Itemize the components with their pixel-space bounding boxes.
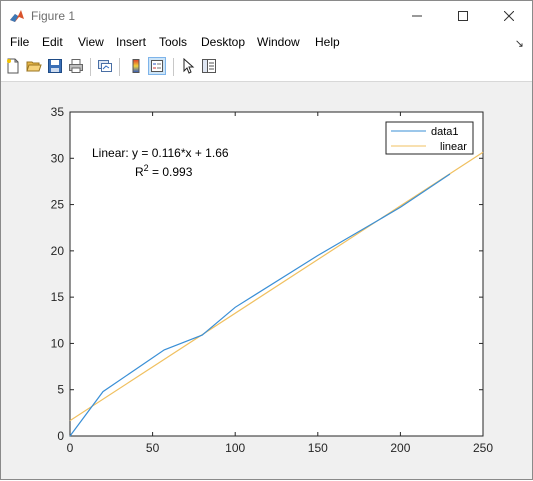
legend-label-linear: linear	[440, 141, 467, 153]
legend-icon	[151, 60, 163, 72]
dock-arrow-icon[interactable]: ↘	[515, 37, 524, 50]
x-tick-label: 250	[473, 441, 493, 455]
link-icon	[98, 60, 112, 72]
colorbar-icon	[132, 59, 140, 73]
print-icon	[69, 59, 83, 73]
r-squared-label: R	[135, 165, 144, 179]
matlab-logo-icon	[10, 10, 24, 22]
x-tick-label: 50	[146, 441, 160, 455]
save-button[interactable]	[46, 57, 64, 75]
y-tick-label: 10	[51, 336, 65, 350]
y-tick-label: 5	[57, 383, 64, 397]
plot-svg: 0 50 100 150 200 250 0 5 10 15 20 25 30 35 Linear: y …	[51, 105, 494, 455]
menu-help[interactable]: Help	[315, 35, 340, 49]
axes-box[interactable]	[69, 111, 484, 437]
window-title: Figure 1	[31, 9, 76, 23]
legend-label-data1: data1	[431, 126, 459, 138]
print-button[interactable]	[67, 57, 85, 75]
minimize-icon	[412, 15, 422, 17]
save-icon	[48, 59, 62, 73]
menu-file[interactable]: File	[10, 35, 29, 49]
menu-view[interactable]: View	[78, 35, 104, 49]
r-squared-text: R2 = 0.993	[135, 163, 193, 179]
y-tick-label: 30	[51, 151, 65, 165]
menu-insert[interactable]: Insert	[116, 35, 146, 49]
y-tick-label: 25	[51, 198, 65, 212]
r-squared-value: = 0.993	[149, 165, 193, 179]
x-tick-label: 150	[308, 441, 328, 455]
legend[interactable]: data1 linear	[385, 121, 474, 155]
new-figure-button[interactable]	[4, 57, 22, 75]
open-file-button[interactable]	[25, 57, 43, 75]
fit-equation: Linear: y = 0.116*x + 1.66	[92, 146, 229, 160]
link-plot-button[interactable]	[96, 57, 114, 75]
menu-bar: File Edit View Insert Tools Desktop Wind…	[1, 31, 532, 53]
title-bar[interactable]: Figure 1	[1, 1, 532, 31]
figure-window: Figure 1 File Edit View Insert Tools Des…	[0, 0, 533, 480]
minimize-button[interactable]	[394, 1, 440, 31]
x-tick-label: 0	[67, 441, 74, 455]
maximize-icon	[458, 11, 468, 21]
x-tick-label: 200	[390, 441, 410, 455]
maximize-button[interactable]	[440, 1, 486, 31]
menu-desktop[interactable]: Desktop	[201, 35, 245, 49]
close-icon	[504, 11, 514, 21]
property-editor-button[interactable]	[200, 57, 218, 75]
close-button[interactable]	[486, 1, 532, 31]
figure-canvas: 0 50 100 150 200 250 0 5 10 15 20 25 30 35 Linear: y …	[2, 82, 531, 478]
property-editor-icon	[202, 59, 216, 73]
legend-button[interactable]	[148, 57, 166, 75]
y-tick-label: 15	[51, 290, 65, 304]
pointer-icon	[183, 58, 195, 74]
colorbar-button[interactable]	[127, 57, 145, 75]
y-tick-label: 20	[51, 244, 65, 258]
pointer-button[interactable]	[179, 57, 197, 75]
new-figure-icon	[7, 58, 19, 74]
y-tick-label: 35	[51, 105, 65, 119]
y-tick-label: 0	[57, 429, 64, 443]
menu-window[interactable]: Window	[257, 35, 300, 49]
menu-tools[interactable]: Tools	[159, 35, 187, 49]
toolbar	[1, 53, 532, 82]
menu-edit[interactable]: Edit	[42, 35, 63, 49]
x-tick-label: 100	[225, 441, 245, 455]
open-file-icon	[26, 61, 42, 72]
